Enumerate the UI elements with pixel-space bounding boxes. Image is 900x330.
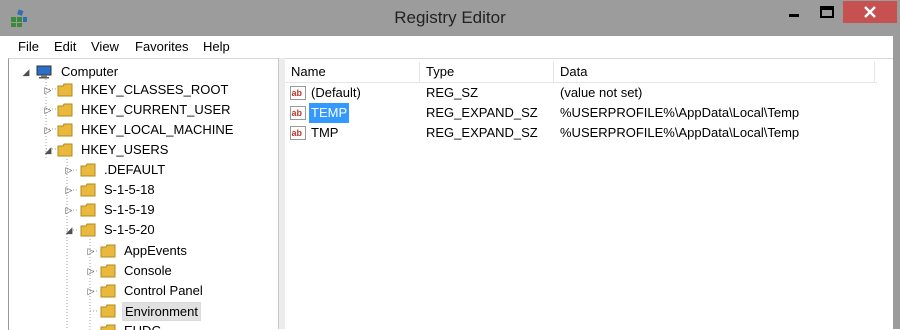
collapse-arrow-icon[interactable]: ◢	[64, 220, 74, 240]
pane-splitter[interactable]	[278, 58, 285, 329]
tree-node-hkey-users[interactable]: ◢ HKEY_USERS	[43, 140, 279, 160]
maximize-button[interactable]	[811, 1, 843, 23]
value-type: REG_EXPAND_SZ	[426, 125, 538, 140]
tree-label: S-1-5-18	[104, 182, 155, 197]
column-type-header[interactable]: Type	[420, 62, 553, 82]
maximize-icon	[820, 6, 834, 18]
svg-text:ab: ab	[292, 108, 303, 118]
list-row[interactable]: ab (Default) REG_SZ (value not set)	[285, 83, 885, 103]
menu-help[interactable]: Help	[203, 39, 230, 54]
title-bar[interactable]: Registry Editor	[0, 0, 900, 36]
tree-node-console[interactable]: ▷ Console	[86, 261, 279, 281]
folder-icon	[100, 244, 116, 258]
menu-file[interactable]: File	[18, 39, 39, 54]
tree-label: HKEY_USERS	[81, 142, 169, 157]
expand-arrow-icon[interactable]: ▷	[43, 80, 53, 100]
folder-icon	[57, 83, 73, 97]
values-list[interactable]: Name Type Data ab (Default) REG_SZ (valu…	[285, 58, 893, 330]
list-header: Name Type Data	[285, 62, 877, 83]
expand-arrow-icon[interactable]: ▷	[64, 200, 74, 220]
folder-icon	[57, 103, 73, 117]
menu-view[interactable]: View	[91, 39, 119, 54]
tree-node-default[interactable]: ▷ .DEFAULT	[64, 160, 279, 180]
collapse-arrow-icon[interactable]: ◢	[43, 140, 53, 160]
value-name: TEMP	[309, 103, 350, 123]
tree-node-s-1-5-18[interactable]: ▷ S-1-5-18	[64, 180, 279, 200]
tree-node-environment[interactable]: Environment	[86, 301, 279, 321]
menu-bar: File Edit View Favorites Help	[0, 36, 900, 58]
value-type: REG_EXPAND_SZ	[426, 105, 538, 120]
folder-icon	[80, 183, 96, 197]
expand-arrow-icon[interactable]: ▷	[86, 241, 96, 261]
folder-icon	[80, 163, 96, 177]
menu-edit[interactable]: Edit	[54, 39, 76, 54]
tree-label: HKEY_CLASSES_ROOT	[81, 82, 229, 97]
value-name: (Default)	[311, 85, 361, 100]
tree-node-hkey-local-machine[interactable]: ▷ HKEY_LOCAL_MACHINE	[43, 120, 279, 140]
tree-node-s-1-5-19[interactable]: ▷ S-1-5-19	[64, 200, 279, 220]
folder-icon	[80, 203, 96, 217]
tree-label-computer: Computer	[61, 64, 119, 79]
folder-icon	[100, 264, 116, 278]
tree-label: HKEY_CURRENT_USER	[81, 102, 231, 117]
tree-label: Console	[124, 263, 172, 278]
folder-icon	[100, 324, 116, 330]
svg-text:ab: ab	[292, 128, 303, 138]
value-data: (value not set)	[560, 85, 643, 100]
window-title: Registry Editor	[394, 8, 506, 27]
svg-text:ab: ab	[292, 88, 303, 98]
tree-node-hkey-classes-root[interactable]: ▷ HKEY_CLASSES_ROOT	[43, 80, 279, 100]
tree-label: S-1-5-19	[104, 202, 155, 217]
expand-arrow-icon[interactable]: ▷	[43, 120, 53, 140]
value-name: TMP	[311, 125, 339, 140]
folder-icon	[57, 123, 73, 137]
window-right-border	[893, 36, 900, 329]
window-left-border	[0, 36, 8, 329]
collapse-arrow-icon[interactable]: ◢	[21, 62, 31, 82]
tree-label: .DEFAULT	[104, 162, 166, 177]
column-data-header[interactable]: Data	[554, 62, 874, 82]
tree-node-control-panel[interactable]: ▷ Control Panel	[86, 281, 279, 301]
value-data: %USERPROFILE%\AppData\Local\Temp	[560, 105, 800, 120]
close-button[interactable]	[843, 1, 897, 23]
folder-icon	[100, 304, 116, 318]
close-icon	[864, 6, 876, 18]
tree-node-s-1-5-20[interactable]: ◢ S-1-5-20	[64, 220, 279, 240]
column-divider[interactable]	[874, 62, 875, 82]
column-name-header[interactable]: Name	[285, 62, 419, 82]
registry-editor-window: Registry Editor File Edit View Favorites…	[0, 0, 900, 330]
key-tree[interactable]: ◢ Computer ▷ HKEY_CLASSES_ROOT ▷ HKEY_CU…	[8, 58, 279, 330]
value-type: REG_SZ	[426, 85, 479, 100]
folder-icon	[100, 284, 116, 298]
expand-arrow-icon[interactable]: ▷	[64, 160, 74, 180]
string-value-icon: ab	[290, 106, 306, 120]
folder-open-icon	[57, 143, 73, 157]
folder-open-icon	[80, 223, 96, 237]
string-value-icon: ab	[290, 86, 306, 100]
tree-label: AppEvents	[124, 243, 187, 258]
tree-node-hkey-current-user[interactable]: ▷ HKEY_CURRENT_USER	[43, 100, 279, 120]
tree-node-appevents[interactable]: ▷ AppEvents	[86, 241, 279, 261]
minimize-button[interactable]	[778, 1, 810, 23]
expand-arrow-icon[interactable]: ▷	[86, 281, 96, 301]
value-data: %USERPROFILE%\AppData\Local\Temp	[560, 125, 800, 140]
expand-arrow-icon[interactable]: ▷	[64, 180, 74, 200]
list-row-selected[interactable]: ab TEMP REG_EXPAND_SZ %USERPROFILE%\AppD…	[285, 103, 885, 123]
tree-label: S-1-5-20	[104, 222, 155, 237]
tree-label-selected: Environment	[122, 302, 201, 321]
expand-arrow-icon[interactable]: ▷	[43, 100, 53, 120]
tree-node-computer[interactable]: ◢ Computer	[21, 62, 271, 82]
menu-favorites[interactable]: Favorites	[135, 39, 188, 54]
string-value-icon: ab	[290, 126, 306, 140]
tree-label: HKEY_LOCAL_MACHINE	[81, 122, 234, 137]
computer-icon	[36, 65, 52, 79]
list-row[interactable]: ab TMP REG_EXPAND_SZ %USERPROFILE%\AppDa…	[285, 123, 885, 143]
expand-arrow-icon[interactable]: ▷	[86, 261, 96, 281]
minimize-icon	[789, 14, 799, 17]
tree-label: Control Panel	[124, 283, 203, 298]
